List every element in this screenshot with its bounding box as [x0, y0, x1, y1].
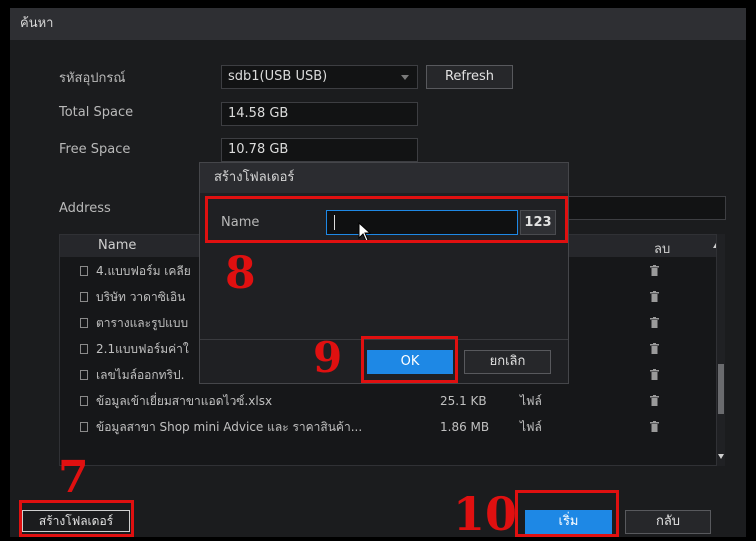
file-type: ไฟล์ — [520, 420, 542, 434]
step-8-label: 8 — [225, 248, 256, 299]
dropdown-arrow-icon — [401, 75, 409, 80]
step-10-label: 10 — [453, 487, 518, 541]
trash-icon[interactable] — [650, 343, 659, 354]
file-name: บริษัท วาดาซิเอิน — [96, 290, 186, 304]
header-name: Name — [98, 238, 137, 253]
table-scrollbar[interactable] — [716, 234, 725, 466]
step-7-label: 7 — [58, 452, 89, 503]
address-field[interactable] — [565, 196, 726, 220]
document-icon — [80, 266, 88, 276]
highlight-start-button — [515, 490, 619, 537]
table-row[interactable]: ข้อมูลสาขา Shop mini Advice และ ราคาสินค… — [60, 414, 710, 440]
trash-icon[interactable] — [650, 317, 659, 328]
file-size: 1.86 MB — [440, 420, 490, 434]
back-button[interactable]: กลับ — [625, 510, 711, 534]
document-icon — [80, 344, 88, 354]
free-space-label: Free Space — [59, 142, 131, 157]
header-delete: ลบ — [654, 242, 671, 257]
step-9-label: 9 — [313, 333, 343, 382]
trash-icon[interactable] — [650, 291, 659, 302]
scroll-down-icon[interactable] — [718, 454, 724, 459]
highlight-create-folder — [19, 500, 134, 537]
file-size: 25.1 KB — [440, 394, 487, 408]
device-label: รหัสอุปกรณ์ — [59, 71, 126, 86]
file-name: 4.แบบฟอร์ม เคลีย — [96, 264, 191, 278]
trash-icon[interactable] — [650, 395, 659, 406]
file-type: ไฟล์ — [520, 394, 542, 408]
file-name: 2.1แบบฟอร์มค่าใ — [96, 342, 189, 356]
file-name: ข้อมูลเข้าเยี่ยมสาขาแอดไวซ์.xlsx — [96, 394, 273, 408]
cancel-button[interactable]: ยกเลิก — [464, 350, 551, 374]
highlight-name-field — [205, 196, 568, 243]
trash-icon[interactable] — [650, 265, 659, 276]
document-icon — [80, 292, 88, 302]
device-select-value: sdb1(USB USB) — [228, 69, 328, 84]
dialog-title: สร้างโฟลเดอร์ — [200, 163, 568, 193]
document-icon — [80, 422, 88, 432]
trash-icon[interactable] — [650, 369, 659, 380]
address-label: Address — [59, 201, 111, 216]
document-icon — [80, 370, 88, 380]
file-name: ตารางและรูปแบบ — [96, 316, 189, 330]
highlight-ok-button — [361, 336, 458, 383]
total-space-value: 14.58 GB — [221, 102, 418, 126]
free-space-value: 10.78 GB — [221, 138, 418, 162]
device-select[interactable]: sdb1(USB USB) — [221, 65, 418, 89]
trash-icon[interactable] — [650, 421, 659, 432]
window-title: ค้นหา — [10, 8, 746, 40]
refresh-button[interactable]: Refresh — [426, 65, 513, 89]
scrollbar-thumb[interactable] — [718, 364, 724, 414]
file-name: เลขไมล์ออกทริป. — [96, 368, 185, 382]
document-icon — [80, 396, 88, 406]
table-row[interactable]: ข้อมูลเข้าเยี่ยมสาขาแอดไวซ์.xlsx 25.1 KB… — [60, 388, 710, 414]
document-icon — [80, 318, 88, 328]
file-name: ข้อมูลสาขา Shop mini Advice และ ราคาสินค… — [96, 420, 363, 434]
total-space-label: Total Space — [59, 105, 134, 120]
